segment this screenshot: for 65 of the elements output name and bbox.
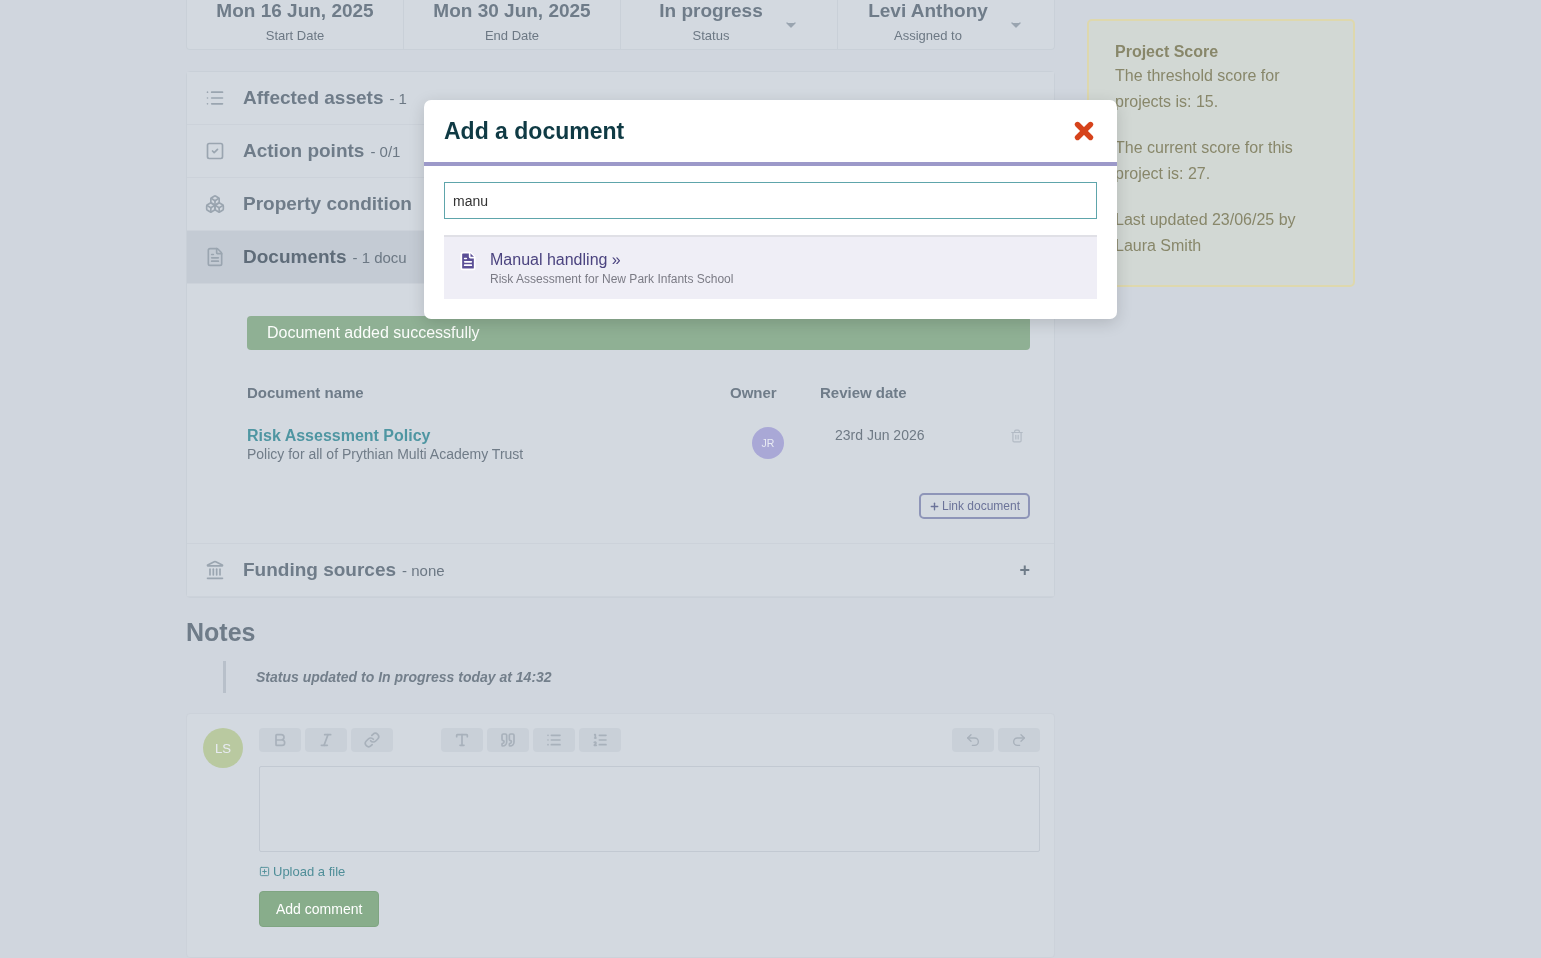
document-description: Policy for all of Prythian Multi Academy Trust [247, 446, 524, 462]
text-size-button[interactable] [441, 728, 483, 752]
quote-icon [500, 732, 516, 748]
plus-icon [928, 500, 940, 512]
score-title: Project Score [1115, 43, 1220, 61]
checkbox-icon [205, 141, 225, 161]
search-result[interactable]: Manual handling » Risk Assessment for New Park Infants School [444, 235, 1097, 299]
link-document-button[interactable]: Link document [918, 493, 1030, 519]
document-link[interactable]: Risk Assessment Policy [247, 427, 730, 445]
section-title: Action points [243, 140, 365, 162]
result-subtitle: Risk Assessment for New Park Infants School [490, 272, 734, 286]
quote-button[interactable] [487, 728, 529, 752]
owner-avatar: JR [752, 427, 784, 459]
redo-icon [1011, 732, 1027, 748]
trash-icon[interactable] [1010, 429, 1024, 443]
search-field[interactable]: manu [444, 182, 1097, 219]
italic-icon [318, 732, 334, 748]
bank-icon [205, 560, 225, 580]
section-summary: - 1 [389, 89, 407, 107]
column-header: Document name [247, 384, 365, 401]
score-text: The threshold score for projects is: 15. [1115, 66, 1281, 112]
field-value[interactable]: In progress [659, 0, 763, 22]
field-label: End Date [484, 28, 540, 43]
add-comment-button[interactable]: Add comment [259, 891, 380, 927]
text-size-icon [454, 732, 470, 748]
numbered-list-button[interactable] [579, 728, 621, 752]
section-title: Documents [243, 246, 347, 268]
notes-title: Notes [186, 618, 257, 647]
document-icon [205, 247, 225, 267]
section-summary: - 1 docu [352, 248, 407, 266]
section-summary: - none [402, 561, 445, 579]
list-icon [205, 88, 225, 108]
link-icon [364, 732, 380, 748]
document-icon [458, 251, 478, 271]
user-avatar: LS [203, 728, 243, 768]
section-title: Affected assets [243, 87, 384, 109]
undo-icon [965, 732, 981, 748]
numbered-list-icon [592, 732, 608, 748]
column-header: Owner [730, 384, 778, 401]
upload-link[interactable]: Upload a file [259, 864, 1040, 879]
redo-button[interactable] [998, 728, 1040, 752]
field-value: Mon 16 Jun, 2025 [216, 0, 374, 22]
bullet-list-icon [546, 732, 562, 748]
section-title: Property condition [243, 193, 412, 215]
section-summary: - 0/1 [370, 142, 401, 160]
field-value: Mon 30 Jun, 2025 [433, 0, 591, 22]
italic-button[interactable] [305, 728, 347, 752]
plus-square-icon [259, 866, 270, 877]
column-header: Review date [820, 384, 908, 401]
undo-button[interactable] [952, 728, 994, 752]
field-label: Assigned to [894, 28, 962, 43]
bold-icon [272, 732, 288, 748]
bold-button[interactable] [259, 728, 301, 752]
review-date: 23rd Jun 2026 [834, 427, 926, 443]
field-value[interactable]: Levi Anthony [868, 0, 988, 22]
section-title: Funding sources [243, 559, 397, 581]
field-label: Start Date [265, 28, 325, 43]
boxes-icon [205, 194, 225, 214]
note-entry: Status updated to In progress today at 14:32 [223, 661, 1055, 693]
success-alert: Document added successfully [247, 316, 1030, 350]
bullet-list-button[interactable] [533, 728, 575, 752]
link-button[interactable] [351, 728, 393, 752]
field-label: Status [692, 28, 730, 43]
result-title: Manual handling » [490, 251, 622, 269]
expand-toggle[interactable]: + [1019, 559, 1030, 581]
